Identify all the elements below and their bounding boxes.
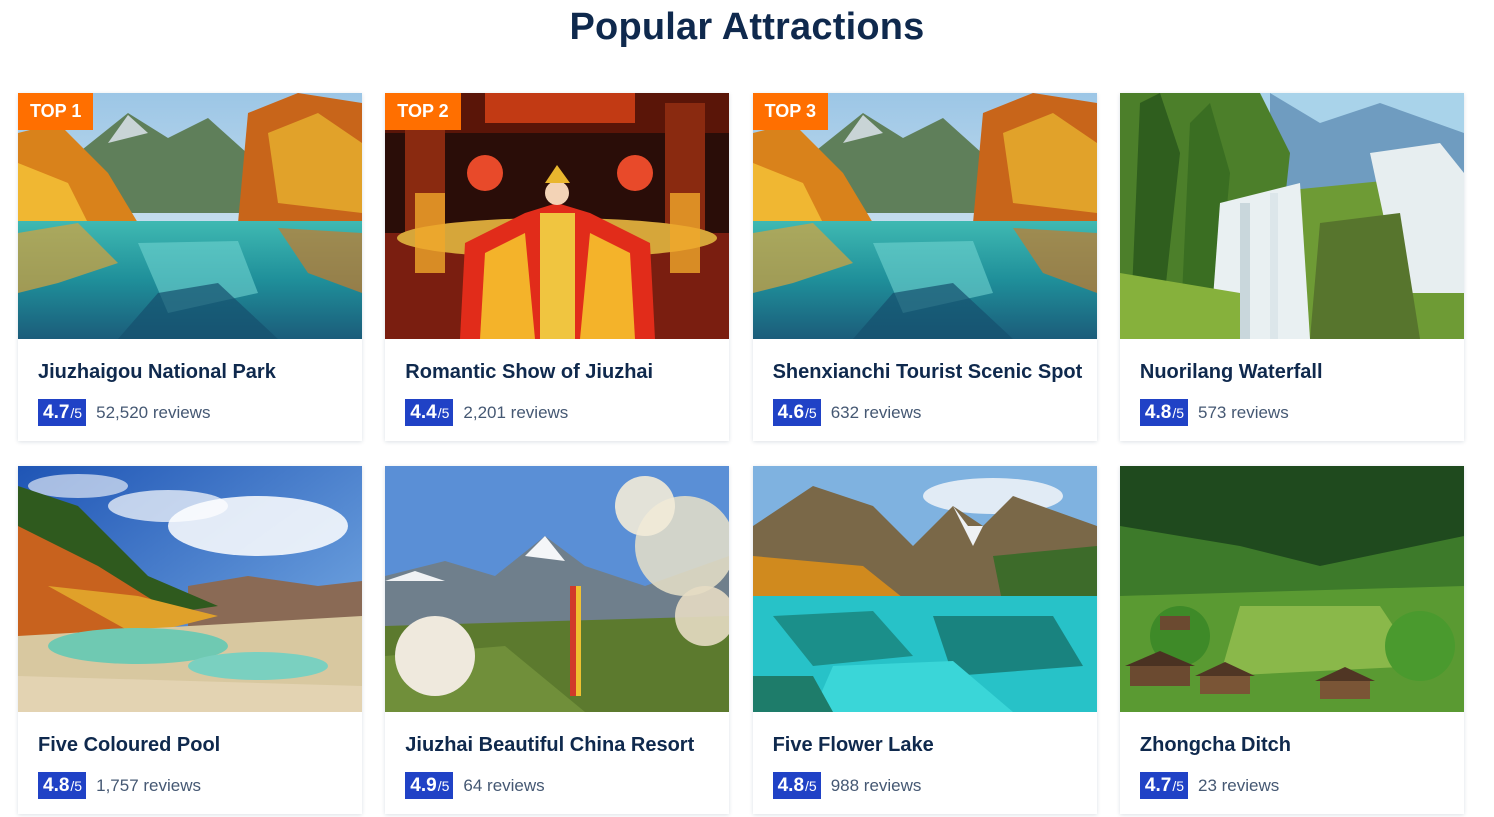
rating-score: 4.7 bbox=[1144, 775, 1172, 796]
rating-max: /5 bbox=[70, 778, 83, 794]
rating-max: /5 bbox=[70, 405, 83, 421]
rating-score-badge: 4.8/5 bbox=[772, 772, 821, 799]
attraction-photo[interactable] bbox=[385, 466, 730, 712]
rating-max: /5 bbox=[805, 405, 817, 421]
snow-peak-blossoms-photo bbox=[385, 466, 730, 712]
attractions-grid: TOP 1 Jiuzhaigou National Park 4.7/5 52,… bbox=[18, 93, 1464, 814]
attraction-photo[interactable] bbox=[1119, 93, 1464, 339]
attraction-card[interactable]: Nuorilang Waterfall 4.8/5 573 reviews bbox=[1119, 93, 1464, 441]
rating-score: 4.8 bbox=[1144, 402, 1172, 423]
top-rank-badge: TOP 1 bbox=[18, 93, 94, 130]
rating-line: 4.7/5 52,520 reviews bbox=[38, 399, 342, 426]
attraction-card[interactable]: Five Flower Lake 4.8/5 988 reviews bbox=[752, 466, 1097, 814]
review-count: 23 reviews bbox=[1198, 775, 1280, 795]
attraction-photo[interactable] bbox=[1119, 466, 1464, 712]
attraction-photo[interactable]: TOP 3 bbox=[752, 93, 1097, 339]
rating-max: /5 bbox=[805, 778, 817, 794]
forest-waterfall-photo bbox=[1119, 93, 1464, 339]
travertine-pools-photo bbox=[18, 466, 362, 712]
rating-line: 4.7/5 23 reviews bbox=[1139, 772, 1444, 799]
rating-score: 4.6 bbox=[777, 402, 805, 423]
rating-score-badge: 4.8/5 bbox=[38, 772, 87, 799]
attraction-card[interactable]: TOP 2 Romantic Show of Jiuzhai 4.4/5 2,2… bbox=[385, 93, 730, 441]
rating-score-badge: 4.7/5 bbox=[1139, 772, 1188, 799]
rating-max: /5 bbox=[437, 778, 450, 794]
rating-line: 4.8/5 988 reviews bbox=[772, 772, 1077, 799]
rating-max: /5 bbox=[1172, 778, 1184, 794]
review-count: 632 reviews bbox=[830, 402, 922, 422]
rating-line: 4.4/5 2,201 reviews bbox=[405, 399, 709, 426]
rating-score: 4.7 bbox=[43, 402, 70, 423]
attraction-name[interactable]: Jiuzhai Beautiful China Resort bbox=[405, 734, 709, 757]
review-count: 52,520 reviews bbox=[96, 402, 211, 422]
turquoise-lake-photo bbox=[752, 466, 1097, 712]
attraction-name[interactable]: Shenxianchi Tourist Scenic Spot bbox=[773, 361, 1083, 384]
attraction-card[interactable]: TOP 3 Shenxianchi Tourist Scenic Spot 4.… bbox=[752, 93, 1097, 441]
attraction-name[interactable]: Zhongcha Ditch bbox=[1140, 734, 1444, 757]
attraction-photo[interactable]: TOP 2 bbox=[385, 93, 730, 339]
rating-line: 4.8/5 1,757 reviews bbox=[38, 772, 342, 799]
top-rank-badge: TOP 3 bbox=[752, 93, 828, 130]
attraction-card[interactable]: Five Coloured Pool 4.8/5 1,757 reviews bbox=[18, 466, 362, 814]
rating-score: 4.8 bbox=[777, 775, 805, 796]
rating-score-badge: 4.6/5 bbox=[772, 399, 821, 426]
attraction-name[interactable]: Nuorilang Waterfall bbox=[1140, 361, 1444, 384]
rating-score-badge: 4.8/5 bbox=[1139, 399, 1188, 426]
review-count: 1,757 reviews bbox=[96, 775, 201, 795]
rating-score: 4.8 bbox=[43, 775, 70, 796]
rating-max: /5 bbox=[437, 405, 450, 421]
rating-score: 4.9 bbox=[410, 775, 437, 796]
attraction-card[interactable]: Jiuzhai Beautiful China Resort 4.9/5 64 … bbox=[385, 466, 730, 814]
rating-score: 4.4 bbox=[410, 402, 437, 423]
attraction-photo[interactable] bbox=[752, 466, 1097, 712]
rating-score-badge: 4.7/5 bbox=[38, 399, 87, 426]
attraction-name[interactable]: Jiuzhaigou National Park bbox=[38, 361, 342, 384]
review-count: 2,201 reviews bbox=[463, 402, 569, 422]
top-rank-badge: TOP 2 bbox=[385, 93, 461, 130]
attraction-photo[interactable]: TOP 1 bbox=[18, 93, 362, 339]
attraction-photo[interactable] bbox=[18, 466, 362, 712]
page-title: Popular Attractions bbox=[569, 6, 925, 48]
green-valley-village-photo bbox=[1119, 466, 1464, 712]
rating-line: 4.9/5 64 reviews bbox=[405, 772, 709, 799]
attraction-card[interactable]: TOP 1 Jiuzhaigou National Park 4.7/5 52,… bbox=[18, 93, 362, 441]
review-count: 64 reviews bbox=[463, 775, 545, 795]
rating-score-badge: 4.4/5 bbox=[405, 399, 454, 426]
rating-line: 4.6/5 632 reviews bbox=[772, 399, 1077, 426]
attraction-card[interactable]: Zhongcha Ditch 4.7/5 23 reviews bbox=[1119, 466, 1464, 814]
review-count: 573 reviews bbox=[1198, 402, 1289, 422]
attraction-name[interactable]: Romantic Show of Jiuzhai bbox=[405, 361, 709, 384]
review-count: 988 reviews bbox=[830, 775, 922, 795]
rating-max: /5 bbox=[1172, 405, 1184, 421]
attraction-name[interactable]: Five Flower Lake bbox=[773, 734, 1077, 757]
rating-line: 4.8/5 573 reviews bbox=[1139, 399, 1444, 426]
rating-score-badge: 4.9/5 bbox=[405, 772, 454, 799]
attraction-name[interactable]: Five Coloured Pool bbox=[38, 734, 342, 757]
